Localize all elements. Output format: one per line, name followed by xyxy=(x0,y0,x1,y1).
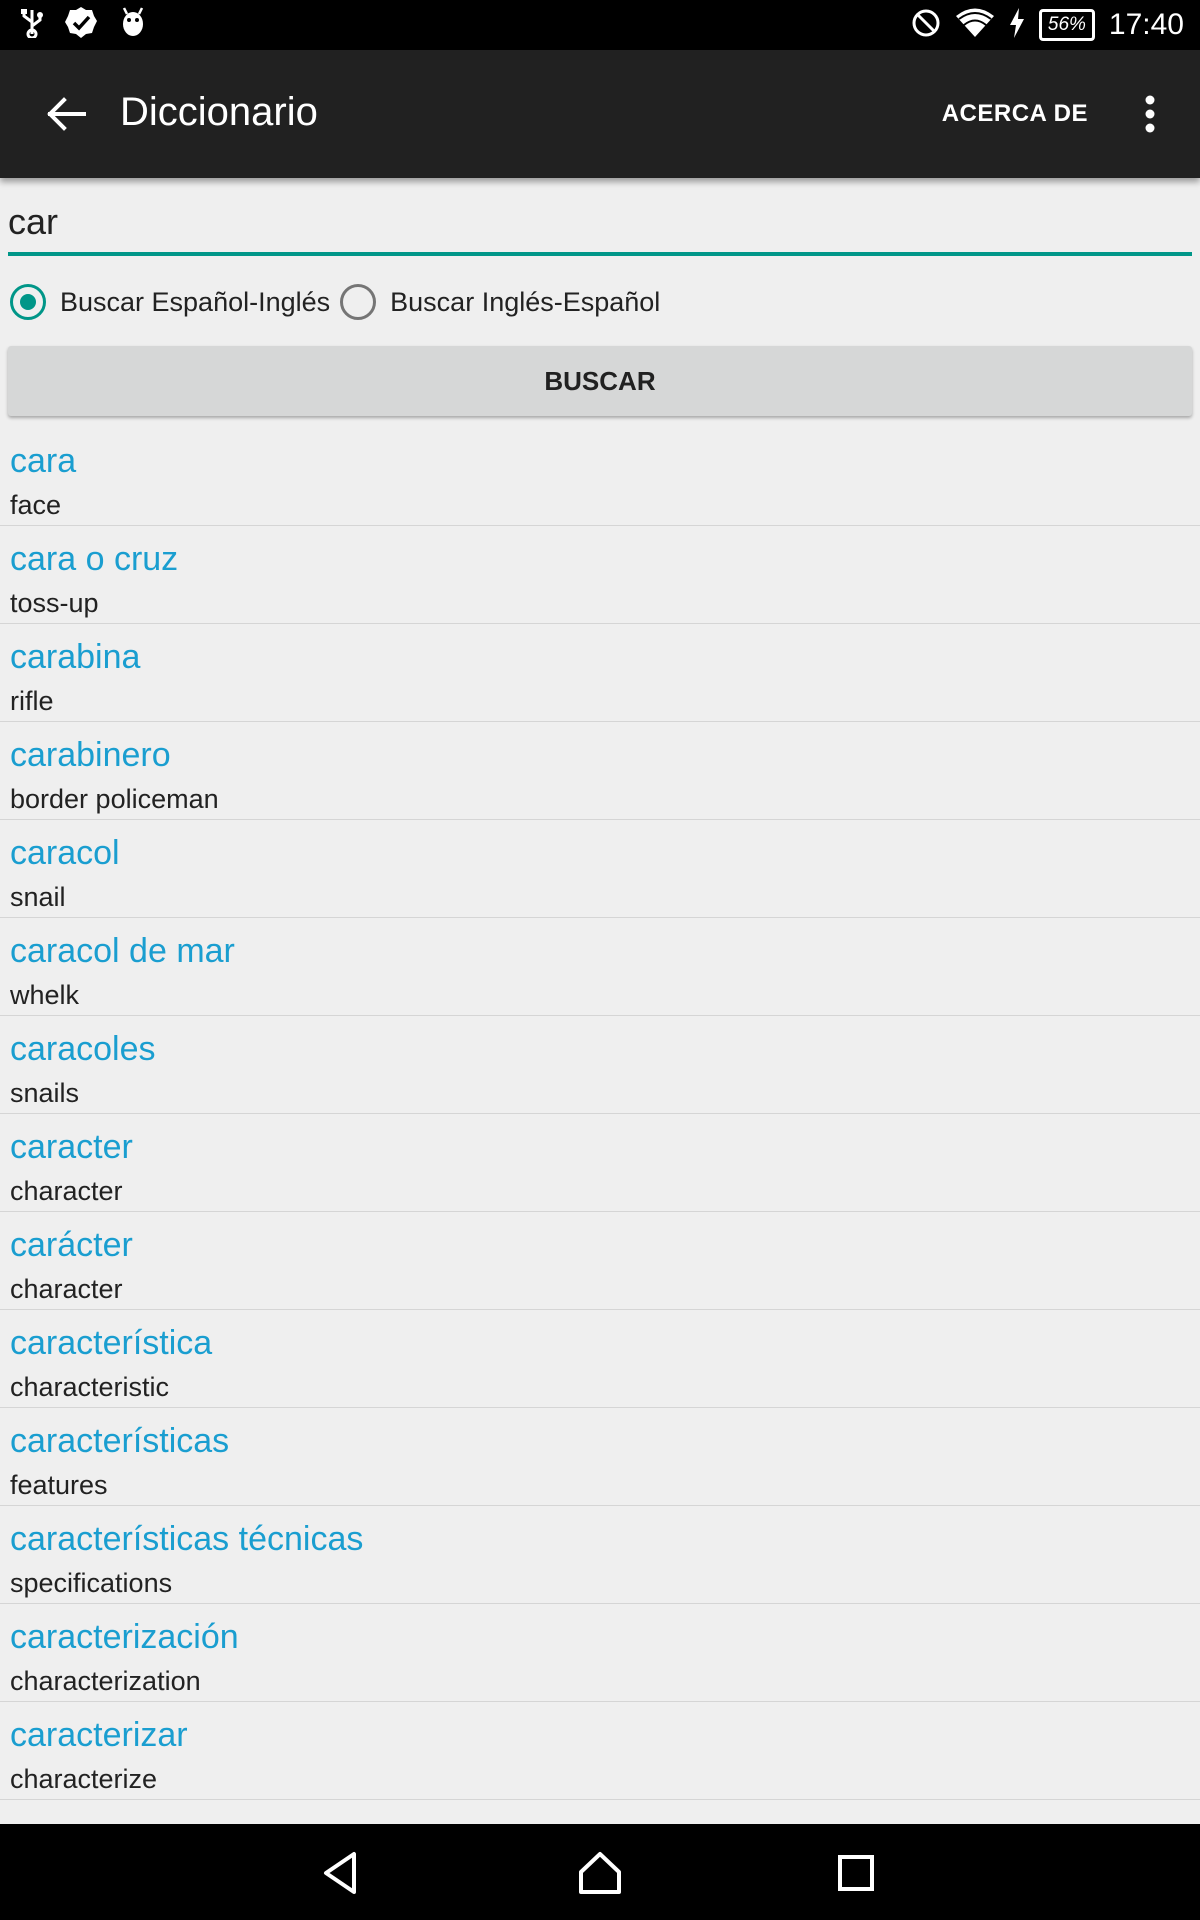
list-item[interactable]: caracol de mar whelk xyxy=(0,918,1200,1016)
results-list[interactable]: cara face cara o cruz toss-up carabina rifl… xyxy=(0,428,1200,1824)
radio-label-spanish-english: Buscar Español-Inglés xyxy=(60,286,331,317)
result-translation: snail xyxy=(10,882,66,912)
list-item[interactable]: características técnicas specifications xyxy=(0,1506,1200,1604)
nav-home-button[interactable] xyxy=(575,1848,625,1898)
list-item[interactable]: caracterización characterization xyxy=(0,1604,1200,1702)
result-translation: face xyxy=(10,490,62,520)
result-translation: features xyxy=(10,1470,108,1500)
battery-icon: 56% xyxy=(1038,9,1095,41)
result-translation: characterization xyxy=(10,1666,201,1696)
radio-unchecked-icon[interactable] xyxy=(340,284,377,320)
charging-icon xyxy=(1009,7,1025,43)
home-icon xyxy=(579,1852,621,1894)
result-translation: character xyxy=(10,1176,123,1206)
result-term: caracol de mar xyxy=(10,932,235,970)
list-item[interactable]: caracol snail xyxy=(0,820,1200,918)
search-direction-group: Buscar Español-Inglés Buscar Inglés-Espa… xyxy=(10,280,670,324)
search-button[interactable]: BUSCAR xyxy=(8,346,1192,416)
notification-icons xyxy=(20,6,148,44)
recents-icon xyxy=(838,1855,874,1891)
list-item[interactable]: carabina rifle xyxy=(0,624,1200,722)
radio-label-english-spanish: Buscar Inglés-Español xyxy=(390,286,661,317)
result-term: caracterización xyxy=(10,1618,239,1656)
list-item[interactable]: carabinero border policeman xyxy=(0,722,1200,820)
result-term: caracter xyxy=(10,1128,133,1166)
result-term: caracoles xyxy=(10,1030,156,1068)
result-translation: snails xyxy=(10,1078,80,1108)
result-term: cara xyxy=(10,442,77,480)
result-translation: character xyxy=(10,1274,123,1304)
page-title: Diccionario xyxy=(120,90,318,134)
list-item[interactable]: cara o cruz toss-up xyxy=(0,526,1200,624)
navigation-bar xyxy=(0,1824,1200,1920)
result-translation: specifications xyxy=(10,1568,173,1598)
status-bar: 56% 17:40 xyxy=(0,0,1200,50)
result-translation: rifle xyxy=(10,686,54,716)
search-input[interactable] xyxy=(8,192,1192,256)
result-term: características xyxy=(10,1422,230,1460)
result-translation: toss-up xyxy=(10,588,99,618)
list-item[interactable]: caracoles snails xyxy=(0,1016,1200,1114)
do-not-disturb-icon xyxy=(911,8,941,43)
check-badge-icon xyxy=(64,6,98,45)
list-item[interactable]: característica characteristic xyxy=(0,1310,1200,1408)
list-item[interactable]: características features xyxy=(0,1408,1200,1506)
result-translation: whelk xyxy=(10,980,80,1010)
back-button[interactable] xyxy=(36,84,96,144)
result-term: caracol xyxy=(10,834,120,872)
radio-checked-icon[interactable] xyxy=(10,284,46,320)
system-status: 56% 17:40 xyxy=(911,0,1184,50)
nav-recents-button[interactable] xyxy=(831,1848,881,1898)
result-translation: border policeman xyxy=(10,784,219,814)
more-vert-icon xyxy=(1145,95,1155,133)
list-item[interactable]: caracterizar characterize xyxy=(0,1702,1200,1800)
result-translation: characterize xyxy=(10,1764,158,1794)
app-bar: Diccionario ACERCA DE xyxy=(0,50,1200,178)
list-item[interactable]: cara face xyxy=(0,428,1200,526)
result-term: características técnicas xyxy=(10,1520,364,1558)
list-item[interactable]: caracter character xyxy=(0,1114,1200,1212)
overflow-menu-button[interactable] xyxy=(1140,94,1160,134)
back-triangle-icon xyxy=(324,1852,356,1894)
result-term: carabina xyxy=(10,638,141,676)
result-term: carácter xyxy=(10,1226,133,1264)
list-item[interactable]: carácter character xyxy=(0,1212,1200,1310)
arrow-back-icon xyxy=(47,97,86,131)
result-translation: characteristic xyxy=(10,1372,170,1402)
result-term: carabinero xyxy=(10,736,171,774)
result-term: cara o cruz xyxy=(10,540,179,578)
usb-icon xyxy=(20,8,44,43)
wifi-icon xyxy=(955,7,995,44)
clock: 17:40 xyxy=(1108,8,1184,41)
android-debug-icon xyxy=(118,6,148,45)
radio-english-spanish[interactable]: Buscar Inglés-Español xyxy=(340,284,660,320)
result-term: característica xyxy=(10,1324,213,1362)
result-term: caracterizar xyxy=(10,1716,188,1754)
about-button[interactable]: ACERCA DE xyxy=(942,100,1088,128)
radio-spanish-english[interactable]: Buscar Español-Inglés xyxy=(10,284,330,320)
nav-back-button[interactable] xyxy=(318,1848,368,1898)
